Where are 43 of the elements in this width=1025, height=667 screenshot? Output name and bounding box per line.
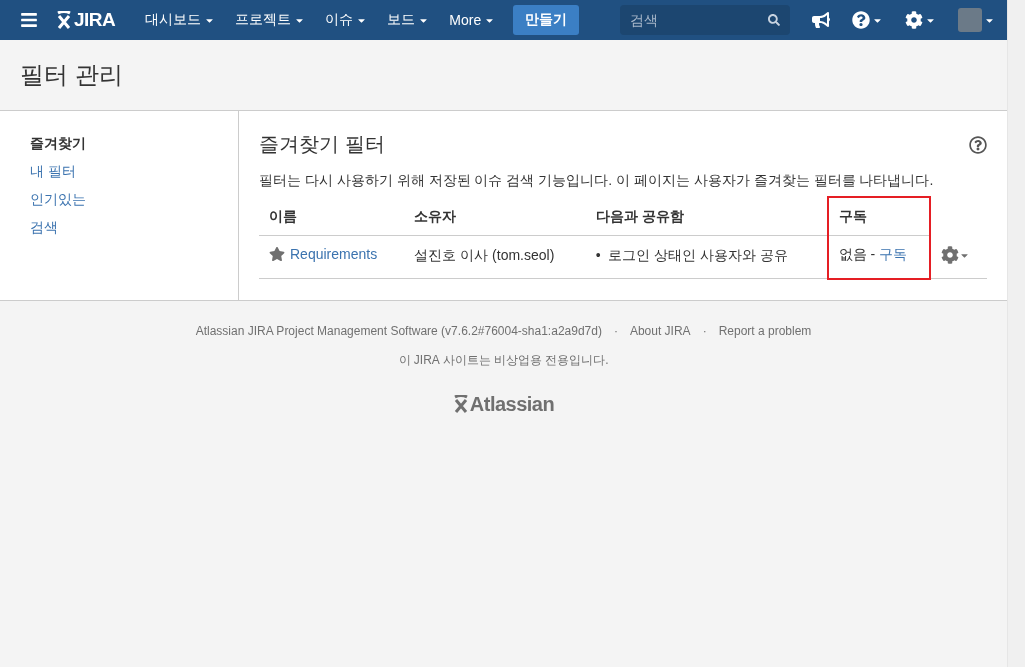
settings-menu-icon[interactable] <box>905 11 936 29</box>
scrollbar[interactable] <box>1007 0 1025 667</box>
license-note: 이 JIRA 사이트는 비상업용 전용입니다. <box>398 351 609 369</box>
menu-icon[interactable] <box>20 11 38 29</box>
logo-text: Atlassian <box>469 392 555 416</box>
footer-link[interactable]: Atlassian JIRA Project Management Software (v7.6.2#76004-sha1:a2a9d7d) <box>195 323 602 338</box>
filter-link[interactable]: Requirements <box>290 246 378 262</box>
subscription-text: 없음 - <box>838 246 876 263</box>
logo-icon <box>452 395 469 413</box>
separator: · <box>613 323 618 338</box>
avatar-placeholder <box>958 8 982 32</box>
logo-text[interactable]: JIRA <box>74 9 116 31</box>
column-header: 다음과 공유함 <box>585 197 828 236</box>
section-title: 즐겨찾기 필터 <box>259 132 385 157</box>
nav-menu[interactable]: 프로젝트 <box>225 11 316 29</box>
column-header: 소유자 <box>404 197 586 236</box>
column-header: 이름 <box>259 197 405 236</box>
help-icon[interactable] <box>969 135 987 154</box>
sidebar-item[interactable]: 내 필터 <box>30 163 76 181</box>
create-button[interactable]: 만들기 <box>513 5 580 35</box>
footer-link[interactable]: Report a problem <box>718 323 812 338</box>
owner-cell: 설진호 이사 (tom.seol) <box>404 235 586 279</box>
help-menu-icon[interactable] <box>852 11 883 29</box>
megaphone-icon[interactable] <box>812 11 830 29</box>
nav-menu[interactable]: 이슈 <box>315 11 378 29</box>
sidebar-item[interactable]: 검색 <box>30 219 58 237</box>
nav-menu[interactable]: More <box>439 12 506 28</box>
logo-icon <box>56 11 72 29</box>
settings-menu-icon[interactable] <box>941 246 971 265</box>
shared-with-cell: • 로그인 상태인 사용자와 공유 <box>585 235 828 279</box>
star-icon[interactable] <box>269 246 285 262</box>
column-header: 구독 <box>827 197 931 236</box>
separator: · <box>702 323 707 338</box>
footer-link[interactable]: About JIRA <box>629 323 691 338</box>
search-field[interactable]: 검색 <box>620 5 790 35</box>
page-title: 필터 관리 <box>20 60 123 90</box>
subscribe-link[interactable]: 구독 <box>879 246 908 263</box>
sidebar-item[interactable]: 인기있는 <box>30 191 86 209</box>
nav-menu[interactable]: 대시보드 <box>135 11 226 29</box>
description-text: 필터는 다시 사용하기 위해 저장된 이슈 검색 기능입니다. 이 페이지는 사용자가 즐겨찾는 필터를 나타냅니다. <box>259 172 935 190</box>
search-icon <box>768 14 780 26</box>
nav-menu[interactable]: 보드 <box>377 11 440 29</box>
sidebar-item[interactable]: 즐겨찾기 <box>30 135 86 153</box>
